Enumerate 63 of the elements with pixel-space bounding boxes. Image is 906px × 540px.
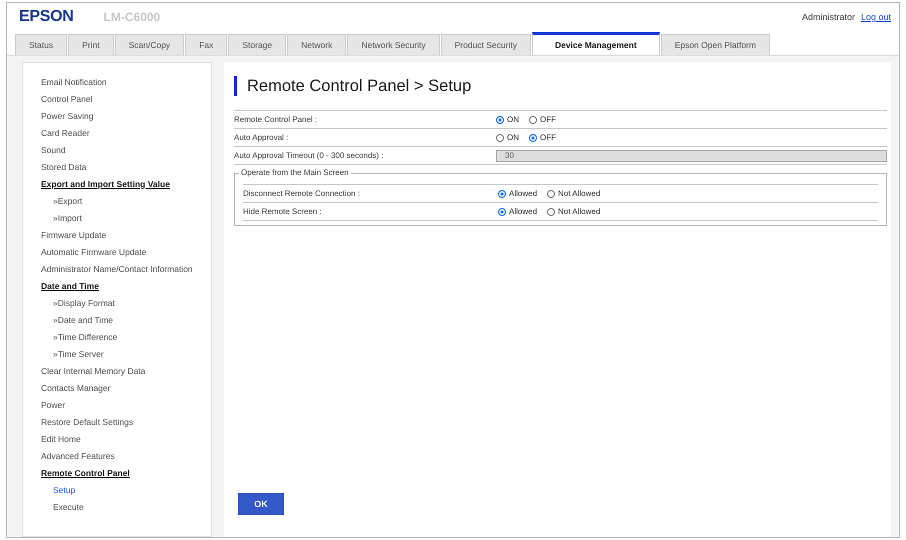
sidebar-item[interactable]: Firmware Update [41, 226, 211, 243]
sidebar-item[interactable]: »Import [41, 209, 211, 226]
sidebar-item[interactable]: Advanced Features [41, 447, 211, 464]
radio-button[interactable] [529, 134, 537, 142]
sidebar-item[interactable]: Setup [41, 481, 211, 498]
radio-label[interactable]: Allowed [509, 207, 538, 216]
sidebar-item[interactable]: »Date and Time [41, 311, 211, 328]
sidebar-item[interactable]: Administrator Name/Contact Information [41, 260, 211, 277]
nav-tab[interactable]: Status [15, 34, 68, 55]
radio-button[interactable] [529, 116, 537, 124]
sidebar-item[interactable]: Control Panel [41, 90, 211, 107]
group-legend: Operate from the Main Screen [239, 168, 351, 177]
nav-tab[interactable]: Scan/Copy [114, 34, 184, 55]
sidebar-item[interactable]: Power [41, 396, 211, 413]
sidebar-item[interactable]: Stored Data [41, 158, 211, 175]
page-title: Remote Control Panel > Setup [247, 76, 472, 96]
radio-label[interactable]: Allowed [509, 189, 538, 198]
sidebar-item[interactable]: Clear Internal Memory Data [41, 362, 211, 379]
sidebar-item[interactable]: Export and Import Setting Value [41, 175, 211, 192]
radio-button[interactable] [547, 190, 556, 198]
setting-label: Auto Approval : [234, 133, 290, 142]
radio-button[interactable] [498, 208, 506, 216]
sidebar-item[interactable]: »Display Format [41, 294, 211, 311]
radio-label[interactable]: ON [507, 133, 519, 142]
nav-tab[interactable]: Network [287, 34, 346, 55]
radio-label[interactable]: ON [507, 115, 519, 124]
sidebar-item[interactable]: Date and Time [41, 277, 211, 294]
sidebar-item[interactable]: Restore Default Settings [41, 413, 211, 430]
nav-tab[interactable]: Device Management [532, 32, 660, 55]
sidebar-item[interactable]: »Time Server [41, 345, 211, 362]
sidebar-item[interactable]: Power Saving [41, 107, 211, 124]
brand-logo: EPSON [19, 8, 74, 26]
sidebar-item[interactable]: Execute [41, 498, 211, 515]
nav-tab[interactable]: Product Security [440, 34, 531, 55]
radio-label[interactable]: Not Allowed [558, 189, 600, 198]
sidebar-item[interactable]: »Export [41, 192, 211, 209]
setting-label: Auto Approval Timeout (0 - 300 seconds) : [234, 151, 384, 160]
logout-link[interactable]: Log out [860, 12, 891, 22]
ok-button[interactable]: OK [238, 493, 284, 515]
sidebar-item[interactable]: Email Notification [41, 73, 211, 90]
sidebar-item[interactable]: Contacts Manager [41, 379, 211, 396]
radio-button[interactable] [498, 190, 506, 198]
sidebar-item[interactable]: »Time Difference [41, 328, 211, 345]
sidebar-item[interactable]: Sound [41, 141, 211, 158]
sidebar-item[interactable]: Remote Control Panel [41, 464, 211, 481]
nav-tab[interactable]: Fax [185, 34, 228, 55]
nav-tab[interactable]: Network Security [347, 34, 440, 55]
nav-tab[interactable]: Storage [228, 34, 286, 55]
radio-label[interactable]: Not Allowed [558, 207, 600, 216]
radio-label[interactable]: OFF [540, 133, 556, 142]
setting-label: Remote Control Panel : [234, 115, 318, 124]
radio-label[interactable]: OFF [540, 115, 556, 124]
sidebar-item[interactable]: Card Reader [41, 124, 211, 141]
radio-button[interactable] [547, 208, 556, 216]
setting-label: Disconnect Remote Connection : [243, 189, 361, 198]
nav-tab[interactable]: Epson Open Platform [660, 34, 770, 55]
radio-button[interactable] [496, 116, 504, 124]
user-name: Administrator [802, 12, 855, 22]
radio-button[interactable] [496, 134, 504, 142]
sidebar-item[interactable]: Automatic Firmware Update [41, 243, 211, 260]
setting-label: Hide Remote Screen : [243, 207, 323, 216]
sidebar-item[interactable]: Edit Home [41, 430, 211, 447]
nav-tab[interactable]: Print [68, 34, 114, 55]
